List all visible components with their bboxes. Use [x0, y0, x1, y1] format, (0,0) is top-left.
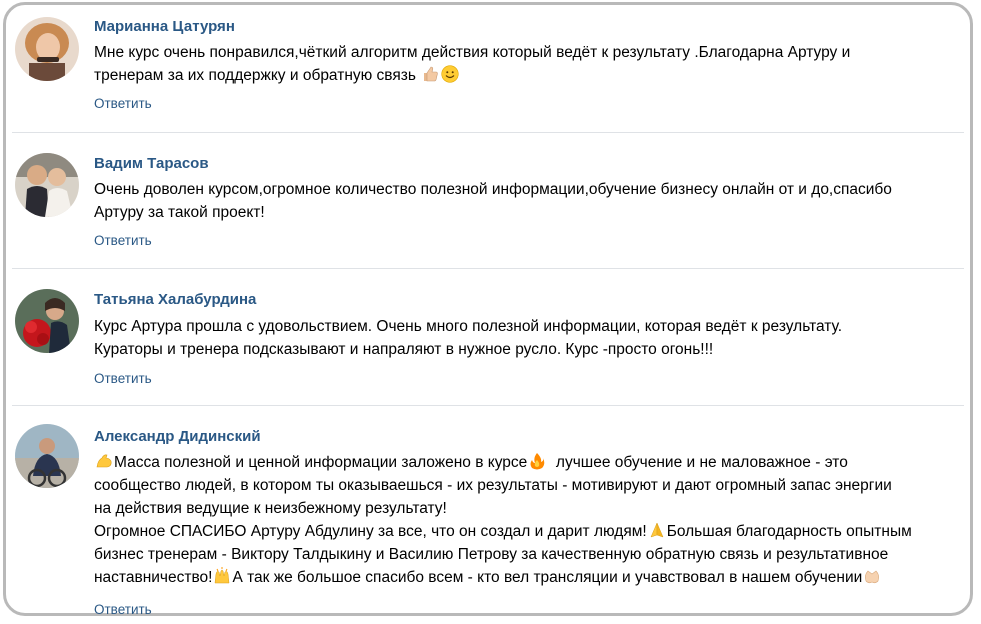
avatar[interactable] — [15, 17, 79, 81]
comment-text-fragment: наставничество! — [94, 569, 213, 586]
divider — [12, 405, 964, 406]
comment-text-line: сообщество людей, в котором ты оказываеш… — [94, 477, 892, 494]
avatar[interactable] — [15, 289, 79, 353]
comment-text-line: на действия ведущие к неизбежному резуль… — [94, 500, 447, 517]
reply-button[interactable]: Ответить — [94, 96, 152, 111]
avatar[interactable] — [15, 424, 79, 488]
comment-author[interactable]: Татьяна Халабурдина — [94, 291, 256, 308]
smile-icon — [441, 65, 459, 83]
raised-hands-icon — [213, 567, 231, 585]
comment-text-fragment: Огромное СПАСИБО Артуру Абдулину за все,… — [94, 523, 647, 540]
comment-text: Очень доволен курсом,огромное количество… — [94, 178, 944, 224]
comment-text-line: бизнес тренерам - Виктору Талдыкину и Ва… — [94, 546, 889, 563]
comment-text-fragment: А так же большое спасибо всем - кто вел … — [232, 569, 863, 586]
comment-text-line: Кураторы и тренера подсказывают и напрал… — [94, 341, 714, 358]
comment-author[interactable]: Вадим Тарасов — [94, 155, 209, 172]
reply-button[interactable]: Ответить — [94, 602, 152, 617]
comment-text-fragment: лучшее обучение и не маловажное - это — [547, 454, 848, 471]
comment-text-line: Очень доволен курсом,огромное количество… — [94, 181, 892, 198]
thumbs-up-icon — [421, 65, 439, 83]
comment-text-line: Огромное СПАСИБО Артуру Абдулину за все,… — [94, 520, 944, 543]
comment-text: Мне курс очень понравился,чёткий алгорит… — [94, 41, 944, 87]
comment-text: Курс Артура прошла с удовольствием. Очен… — [94, 315, 944, 361]
clapping-hands-icon — [863, 567, 881, 585]
comment-text-line: Масса полезной и ценной информации залож… — [94, 451, 944, 474]
comment-text-line: наставничество! А так же большое спасибо … — [94, 566, 944, 589]
divider — [12, 132, 964, 133]
praying-hands-icon — [648, 521, 666, 539]
divider — [12, 268, 964, 269]
comment-text-line: Мне курс очень понравился,чёткий алгорит… — [94, 44, 851, 61]
comment-author[interactable]: Александр Дидинский — [94, 428, 261, 445]
reply-button[interactable]: Ответить — [94, 233, 152, 248]
comment-text-line: Курс Артура прошла с удовольствием. Очен… — [94, 318, 843, 335]
comment-text-line: тренерам за их поддержку и обратную связ… — [94, 64, 944, 87]
comment-text-fragment: Большая благодарность опытным — [666, 523, 912, 540]
comment-text-fragment: Масса полезной и ценной информации залож… — [114, 454, 528, 471]
comment-author[interactable]: Марианна Цатурян — [94, 18, 235, 35]
comment-text: Масса полезной и ценной информации залож… — [94, 451, 944, 589]
reply-button[interactable]: Ответить — [94, 371, 152, 386]
comments-panel: Марианна Цатурян Мне курс очень понравил… — [3, 2, 973, 617]
comment-text-line: Артуру за такой проект! — [94, 204, 265, 221]
avatar[interactable] — [15, 153, 79, 217]
flexed-biceps-icon — [95, 452, 113, 470]
comment-text-fragment: тренерам за их поддержку и обратную связ… — [94, 67, 416, 84]
fire-icon — [528, 452, 546, 470]
